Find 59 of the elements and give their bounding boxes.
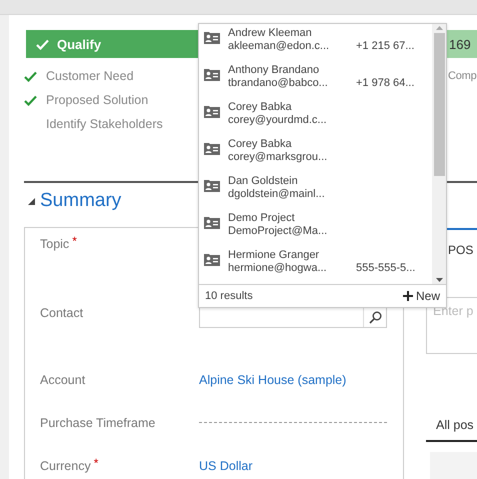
contact-card-icon [204, 180, 220, 192]
contact-name: Corey Babka [228, 101, 293, 114]
contact-email: DemoProject@Ma... [228, 225, 328, 238]
lookup-result[interactable]: Demo Project DemoProject@Ma... [199, 212, 432, 249]
result-count: 10 results [205, 290, 253, 302]
step-label: Customer Need [46, 69, 134, 83]
contact-phone: 555-555-5... [356, 262, 416, 275]
contact-phone: +1 215 67... [356, 40, 414, 53]
field-label: Purchase Timeframe [40, 415, 156, 432]
required-mark: * [72, 234, 77, 250]
contact-email: akleeman@edon.c... [228, 40, 330, 53]
contact-phone: +1 978 64... [356, 77, 414, 90]
scroll-down-icon[interactable] [436, 276, 442, 284]
step-label: Proposed Solution [46, 93, 148, 107]
search-icon[interactable] [368, 310, 382, 324]
step-label: Identify Stakeholders [46, 117, 163, 131]
field-label: Account [40, 372, 86, 389]
lookup-result[interactable]: Corey Babka corey@yourdmd.c... [199, 101, 432, 138]
field-value-link[interactable]: US Dollar [199, 456, 252, 479]
contact-name: Hermione Granger [228, 249, 320, 262]
lookup-result[interactable]: Corey Babka corey@marksgrou... [199, 138, 432, 175]
contact-card-icon [204, 106, 220, 118]
contact-card-icon [204, 217, 220, 229]
lookup-result[interactable]: Andrew Kleeman akleeman@edon.c... +1 215 67... [199, 27, 432, 64]
section-title: Summary [40, 190, 122, 212]
contact-name: Andrew Kleeman [228, 27, 313, 40]
scroll-up-icon[interactable] [436, 24, 442, 32]
empty-value-line[interactable] [199, 422, 387, 423]
contact-name: Dan Goldstein [228, 175, 299, 188]
required-mark: * [94, 456, 98, 472]
contact-card-icon [204, 32, 220, 44]
expand-triangle-icon[interactable] [28, 198, 35, 204]
field-label: Contact [40, 305, 84, 322]
lookup-result[interactable]: Anthony Brandano tbrandano@babco... +1 978 64... [199, 64, 432, 101]
field-label: Topic [40, 236, 70, 253]
contact-name: Demo Project [228, 212, 296, 225]
field-value-link[interactable]: Alpine Ski House (sample) [199, 370, 346, 407]
contact-email: corey@marksgrou... [228, 151, 328, 164]
contact-card-icon [204, 254, 220, 266]
plus-icon [402, 291, 413, 301]
scrollbar-thumb[interactable] [434, 33, 444, 176]
contact-email: dgoldstein@mainl... [228, 188, 326, 201]
contact-email: tbrandano@babco... [228, 77, 329, 90]
lookup-result[interactable]: Dan Goldstein dgoldstein@mainl... [199, 175, 432, 212]
check-icon [36, 38, 49, 50]
field-label: Currency [40, 458, 91, 475]
lookup-result[interactable]: Hermione Granger hermione@hogwa... 555-555-5... [199, 249, 432, 284]
contact-card-icon [204, 69, 220, 81]
check-icon [24, 94, 37, 106]
contact-name: Corey Babka [228, 138, 293, 151]
contact-card-icon [204, 143, 220, 155]
contact-name: Anthony Brandano [228, 64, 320, 77]
posts-filter-tab[interactable]: All pos [426, 416, 477, 442]
step-label: Comp [448, 70, 477, 82]
process-stage[interactable]: 169 [447, 30, 477, 58]
contact-email: corey@yourdmd.c... [228, 114, 328, 127]
check-icon [24, 70, 37, 82]
contact-lookup-field[interactable] [199, 306, 387, 328]
contact-email: hermione@hogwa... [228, 262, 328, 275]
